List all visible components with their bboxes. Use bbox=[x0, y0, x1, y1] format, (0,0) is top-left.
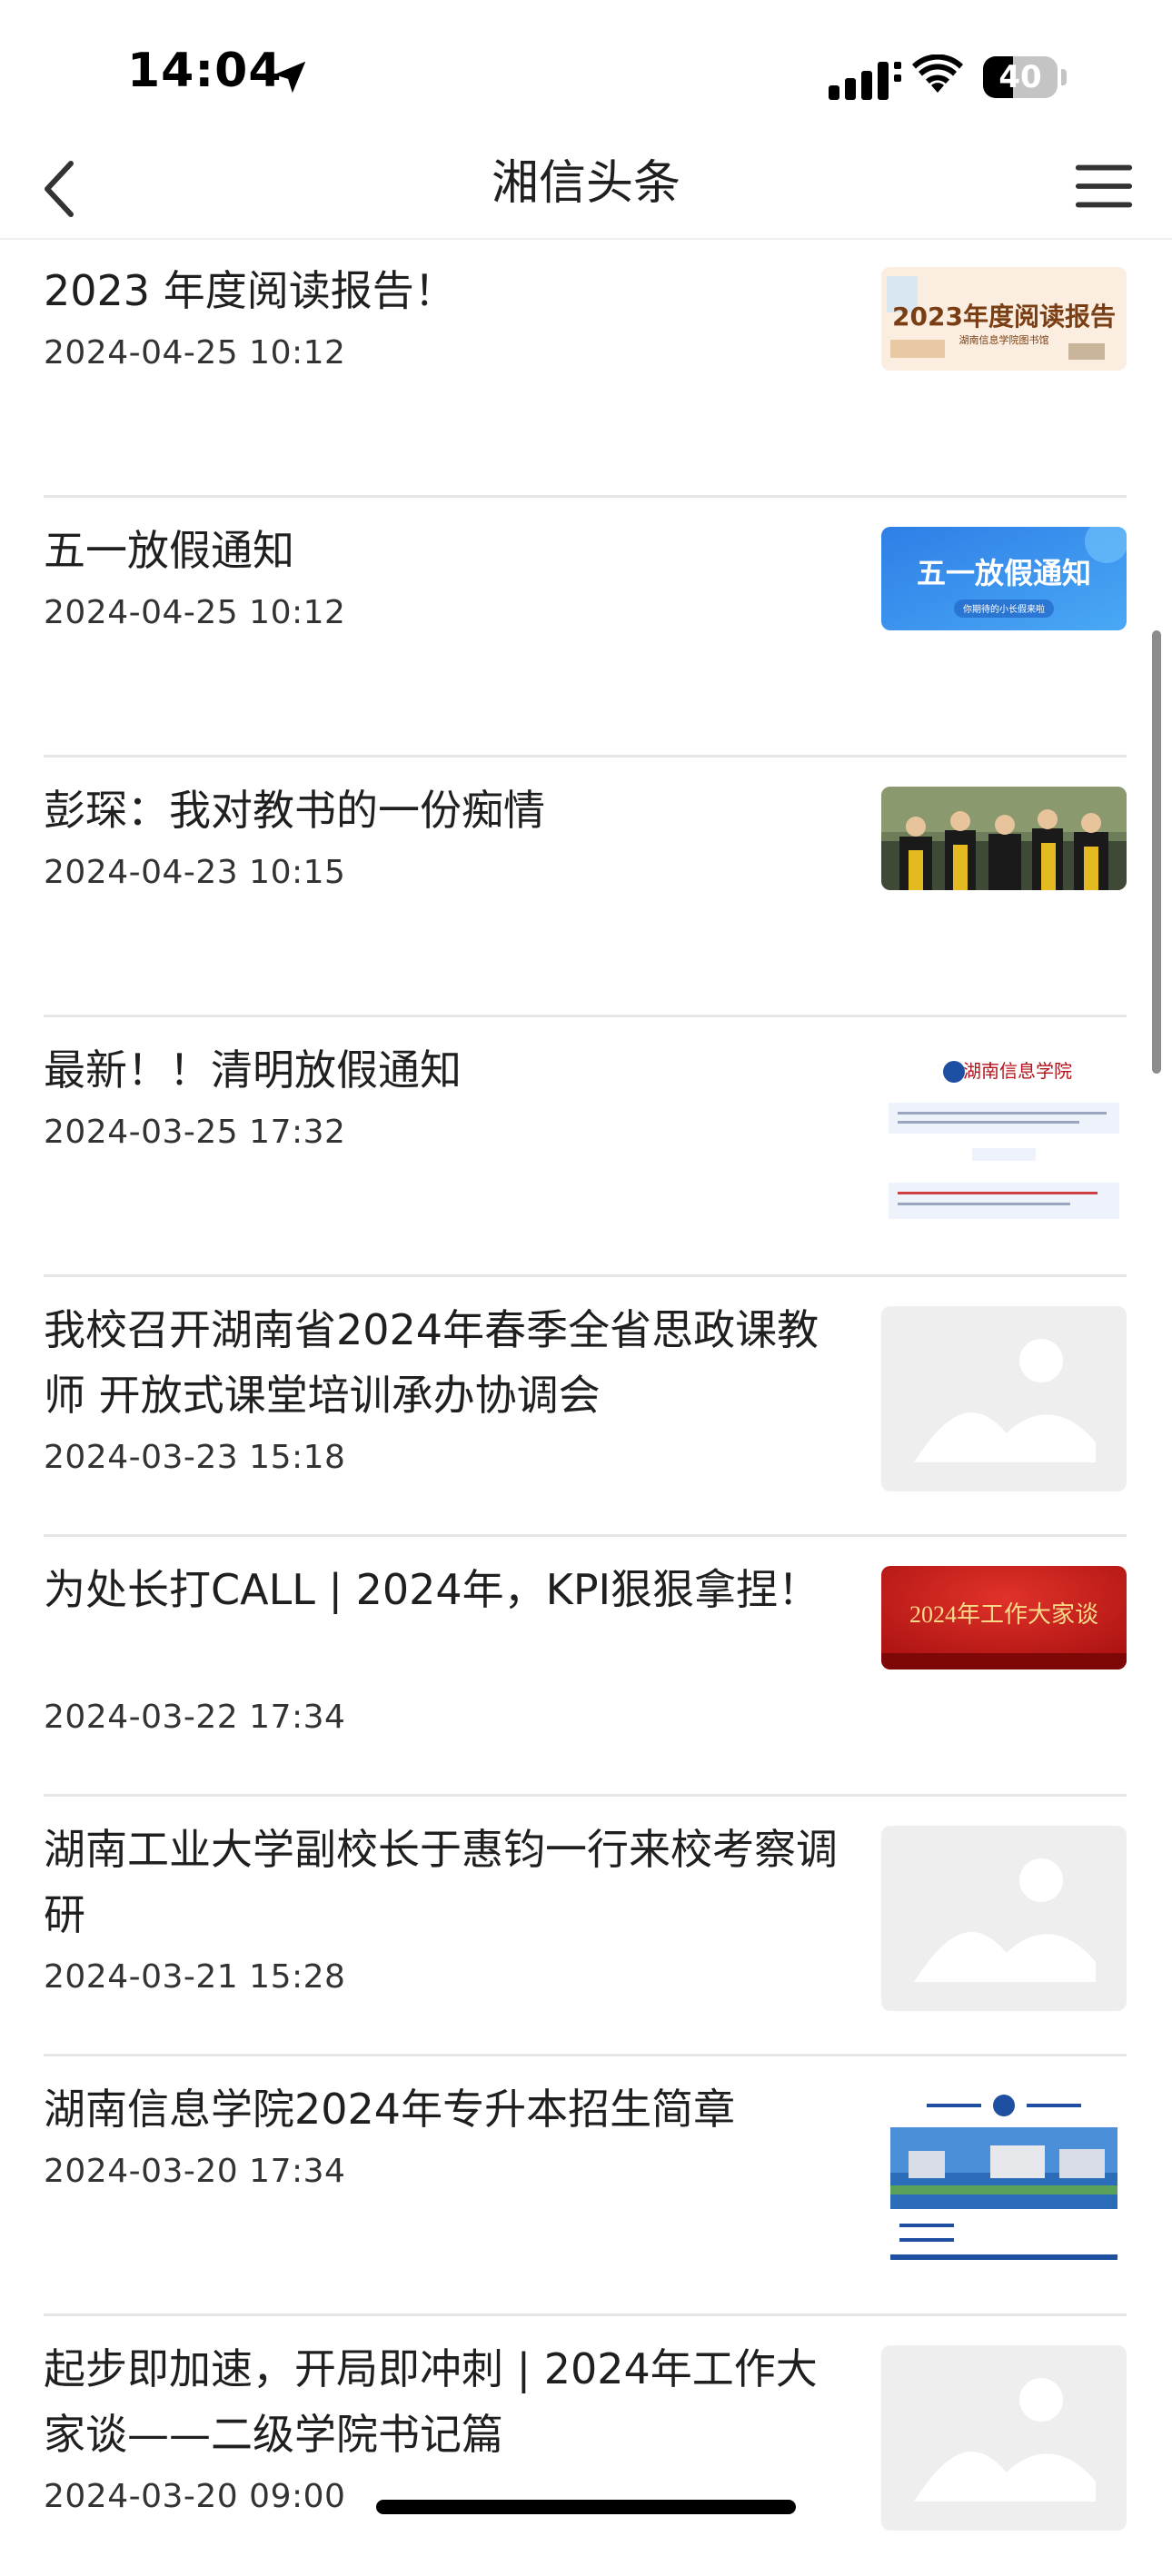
news-date: 2024-03-22 17:34 bbox=[44, 1699, 346, 1736]
news-item[interactable]: 2023 年度阅读报告！ 2024-04-25 10:12 2023年度阅读报告… bbox=[44, 240, 1127, 498]
thumb-text: 湖南信息学院 bbox=[963, 1061, 1072, 1082]
home-indicator[interactable] bbox=[376, 2500, 796, 2514]
thumb-text: 2023年度阅读报告 bbox=[892, 302, 1116, 332]
news-date: 2024-03-23 15:18 bbox=[44, 1439, 346, 1476]
battery-icon: 40 bbox=[983, 56, 1067, 98]
campus-admission-image bbox=[881, 2086, 1127, 2271]
thumb-text: 2024年工作大家谈 bbox=[909, 1601, 1098, 1628]
news-title: 最新！！清明放假通知 bbox=[44, 1045, 462, 1095]
news-item[interactable]: 我校召开湖南省2024年春季全省思政课教师 开放式课堂培训承办协调会 2024-… bbox=[44, 1279, 1127, 1537]
image-placeholder-icon bbox=[881, 2345, 1127, 2531]
news-item[interactable]: 湖南工业大学副校长于惠钧一行来校考察调研 2024-03-21 15:28 bbox=[44, 1798, 1127, 2056]
nav-bar: 湘信头条 bbox=[0, 136, 1172, 240]
news-title: 我校召开湖南省2024年春季全省思政课教师 开放式课堂培训承办协调会 bbox=[44, 1305, 819, 1420]
image-placeholder-icon bbox=[881, 1306, 1127, 1491]
wifi-icon bbox=[912, 54, 963, 93]
news-title: 为处长打CALL | 2024年，KPI狠狠拿捏！ bbox=[44, 1565, 820, 1614]
news-date: 2024-03-25 17:32 bbox=[44, 1114, 346, 1151]
scrollbar[interactable] bbox=[1152, 630, 1161, 1074]
battery-level: 40 bbox=[998, 59, 1042, 95]
news-date: 2024-03-21 15:28 bbox=[44, 1958, 346, 1996]
work-talk-banner-image: 2024年工作大家谈 bbox=[881, 1566, 1127, 1669]
news-date: 2024-03-20 17:34 bbox=[44, 2153, 346, 2190]
reading-report-image: 2023年度阅读报告 湖南信息学院图书馆 bbox=[881, 267, 1127, 371]
mayday-notice-image: 五一放假通知 你期待的小长假来啦 bbox=[881, 527, 1127, 630]
status-time: 14:04 bbox=[127, 44, 283, 98]
news-title: 湖南工业大学副校长于惠钧一行来校考察调研 bbox=[44, 1825, 838, 1939]
news-title: 2023 年度阅读报告！ bbox=[44, 266, 456, 315]
news-title: 湖南信息学院2024年专升本招生简章 bbox=[44, 2085, 736, 2134]
news-date: 2024-04-25 10:12 bbox=[44, 334, 346, 372]
cellular-signal-icon bbox=[829, 62, 901, 100]
status-bar: 14:04 40 bbox=[0, 0, 1172, 136]
news-item[interactable]: 为处长打CALL | 2024年，KPI狠狠拿捏！ 2024-03-22 17:… bbox=[44, 1539, 1127, 1797]
news-item[interactable]: 五一放假通知 2024-04-25 10:12 五一放假通知 你期待的小长假来啦 bbox=[44, 500, 1127, 758]
thumb-text: 五一放假通知 bbox=[917, 556, 1091, 590]
image-placeholder-icon bbox=[881, 1826, 1127, 2011]
news-item[interactable]: 彭琛：我对教书的一份痴情 2024-04-23 10:15 bbox=[44, 759, 1127, 1017]
news-title: 起步即加速，开局即冲刺 | 2024年工作大家谈——二级学院书记篇 bbox=[44, 2344, 818, 2459]
thumb-subtext: 湖南信息学院图书馆 bbox=[959, 333, 1049, 346]
location-arrow-icon bbox=[273, 61, 306, 94]
school-notice-image: 湖南信息学院 bbox=[881, 1046, 1127, 1232]
thumb-subtext: 你期待的小长假来啦 bbox=[963, 603, 1045, 615]
hamburger-menu-icon bbox=[1075, 164, 1133, 208]
news-date: 2024-03-20 09:00 bbox=[44, 2478, 346, 2515]
graduation-photo-image bbox=[881, 787, 1127, 890]
news-title: 彭琛：我对教书的一份痴情 bbox=[44, 786, 545, 835]
news-item[interactable]: 湖南信息学院2024年专升本招生简章 2024-03-20 17:34 bbox=[44, 2058, 1127, 2316]
news-date: 2024-04-25 10:12 bbox=[44, 594, 346, 631]
news-item[interactable]: 最新！！清明放假通知 2024-03-25 17:32 湖南信息学院 bbox=[44, 1019, 1127, 1277]
news-item[interactable]: 起步即加速，开局即冲刺 | 2024年工作大家谈——二级学院书记篇 2024-0… bbox=[44, 2318, 1127, 2576]
news-date: 2024-04-23 10:15 bbox=[44, 854, 346, 891]
news-title: 五一放假通知 bbox=[44, 526, 294, 575]
menu-button[interactable] bbox=[1072, 154, 1136, 218]
page-title: 湘信头条 bbox=[491, 156, 680, 211]
